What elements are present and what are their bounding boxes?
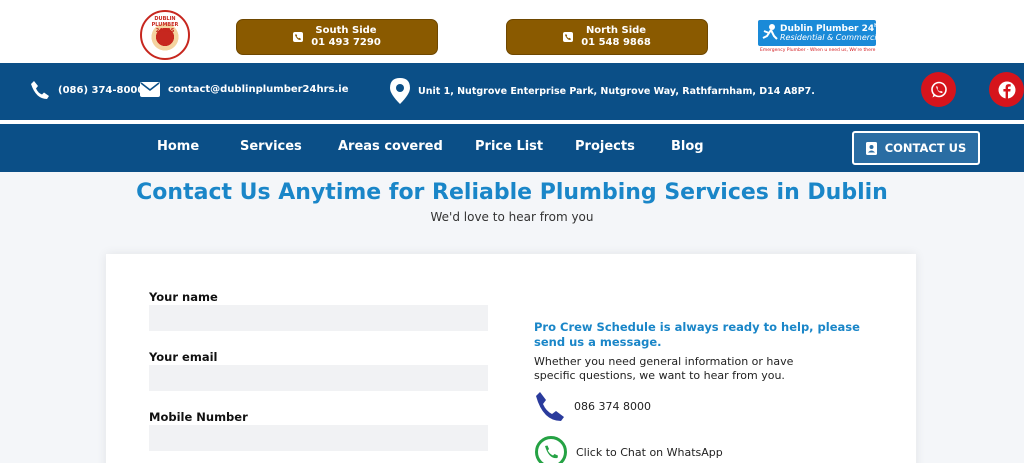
phone-icon [563, 32, 574, 42]
brand-logo[interactable]: Dublin Plumber 24hrs Residential & Comme… [758, 20, 884, 56]
whatsapp-chat-link[interactable]: Click to Chat on WhatsApp [534, 435, 723, 463]
nav-blog[interactable]: Blog [671, 139, 704, 154]
south-side-phone-button[interactable]: South Side 01 493 7290 [236, 19, 438, 55]
header-phone-link[interactable]: (086) 374-8000 [30, 80, 144, 100]
help-message-description: Whether you need general information or … [534, 355, 794, 382]
brand-tagline: Emergency Plumber - When u need us, We'r… [760, 48, 876, 53]
logo-emblem: DUBLIN PLUMBER 24HRS [145, 15, 185, 55]
nav-areas-covered[interactable]: Areas covered [338, 139, 443, 154]
nav-home[interactable]: Home [157, 139, 199, 154]
phone-icon [536, 392, 564, 421]
nav-projects[interactable]: Projects [575, 139, 635, 154]
contact-us-label: CONTACT US [884, 141, 967, 155]
header-email: contact@dublinplumber24hrs.ie [168, 84, 349, 95]
nav-services[interactable]: Services [240, 139, 302, 154]
email-input[interactable] [149, 365, 488, 391]
address-text: Unit 1, Nutgrove Enterprise Park, Nutgro… [418, 85, 815, 97]
nav-price-list[interactable]: Price List [475, 139, 543, 154]
help-message-title: Pro Crew Schedule is always ready to hel… [534, 320, 860, 349]
top-header: DUBLIN PLUMBER 24HRS South Side 01 493 7… [0, 0, 1024, 63]
page-subtitle: We'd love to hear from you [430, 210, 594, 224]
page-title: Contact Us Anytime for Reliable Plumbing… [136, 180, 888, 205]
mobile-label: Mobile Number [149, 410, 248, 424]
contact-info-bar: (086) 374-8000 contact@dublinplumber24hr… [0, 63, 1024, 120]
south-side-label: South Side [315, 25, 377, 36]
facebook-button[interactable] [989, 72, 1024, 107]
north-side-phone-button[interactable]: North Side 01 548 9868 [506, 19, 708, 55]
facebook-icon [998, 81, 1015, 99]
phone-icon [31, 81, 49, 99]
email-label: Your email [149, 350, 218, 364]
brand-subtitle: Residential & Commercial [780, 33, 884, 42]
north-side-number: 01 548 9868 [581, 37, 651, 48]
company-logo[interactable]: DUBLIN PLUMBER 24HRS [140, 10, 190, 60]
whatsapp-icon [535, 436, 567, 463]
map-pin-icon [390, 78, 410, 104]
mobile-input[interactable] [149, 425, 488, 451]
logo-ring-text: DUBLIN PLUMBER 24HRS [151, 16, 179, 34]
contact-us-button[interactable]: CONTACT US [852, 131, 980, 165]
whatsapp-chat-label: Click to Chat on WhatsApp [576, 445, 723, 459]
contact-phone-number: 086 374 8000 [574, 399, 651, 413]
envelope-icon [140, 82, 160, 97]
contact-card-icon [865, 141, 877, 155]
whatsapp-button[interactable] [921, 72, 956, 107]
contact-phone-link[interactable]: 086 374 8000 [534, 390, 651, 422]
header-email-link[interactable]: contact@dublinplumber24hrs.ie [140, 82, 349, 97]
whatsapp-icon [930, 81, 947, 97]
north-side-label: North Side [585, 25, 647, 36]
name-input[interactable] [149, 305, 488, 331]
header-phone: (086) 374-8000 [58, 84, 145, 96]
plumber-figure-icon [762, 24, 778, 40]
south-side-number: 01 493 7290 [311, 37, 381, 48]
phone-icon [293, 32, 304, 42]
header-address[interactable]: Unit 1, Nutgrove Enterprise Park, Nutgro… [390, 78, 815, 104]
main-navigation: Home Services Areas covered Price List P… [0, 124, 1024, 172]
name-label: Your name [149, 290, 218, 304]
